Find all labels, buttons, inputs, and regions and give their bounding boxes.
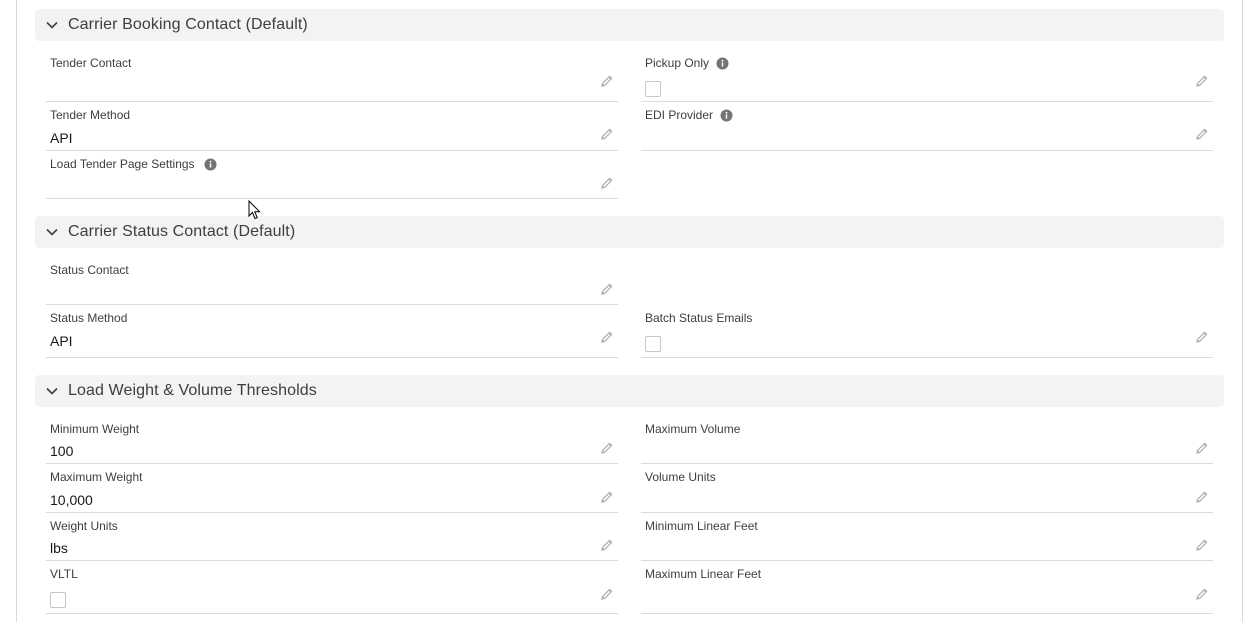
field-label-wrap: Load Tender Page Settings — [50, 157, 217, 171]
field-label: Weight Units — [50, 519, 118, 533]
field-label: Pickup Only — [645, 56, 710, 70]
batch-status-emails-checkbox[interactable] — [645, 336, 661, 352]
field-label: EDI Provider — [645, 108, 714, 122]
pickup-only-checkbox[interactable] — [645, 81, 661, 97]
field-label: Maximum Linear Feet — [645, 567, 762, 581]
field-batch-status-emails: Batch Status Emails — [641, 311, 1213, 358]
field-label: Maximum Weight — [50, 470, 143, 484]
field-label: Tender Method — [50, 108, 131, 122]
field-status-method: Status Method API — [46, 311, 618, 358]
pencil-icon[interactable] — [1195, 441, 1209, 455]
field-status-contact: Status Contact — [46, 263, 618, 305]
pencil-icon[interactable] — [1195, 490, 1209, 504]
field-pickup-only: Pickup Only — [641, 56, 1213, 102]
info-icon[interactable] — [720, 109, 733, 122]
field-weight-units: Weight Units lbs — [46, 519, 618, 561]
pencil-icon[interactable] — [1195, 127, 1209, 141]
field-label: Volume Units — [645, 470, 716, 484]
section-header-load-weight-volume-thresholds[interactable]: Load Weight & Volume Thresholds — [35, 375, 1224, 407]
section-title: Load Weight & Volume Thresholds — [68, 382, 317, 399]
vltl-checkbox[interactable] — [50, 592, 66, 608]
pencil-icon[interactable] — [1195, 330, 1209, 344]
field-value: lbs — [50, 540, 68, 556]
field-maximum-volume: Maximum Volume — [641, 422, 1213, 464]
field-value: API — [50, 130, 73, 146]
field-label: Minimum Linear Feet — [645, 519, 758, 533]
pencil-icon[interactable] — [600, 441, 614, 455]
field-value: 10,000 — [50, 492, 93, 508]
pencil-icon[interactable] — [600, 490, 614, 504]
chevron-down-icon — [45, 225, 59, 239]
field-load-tender-page-settings: Load Tender Page Settings — [46, 157, 618, 199]
section-header-carrier-status-contact[interactable]: Carrier Status Contact (Default) — [35, 216, 1224, 248]
chevron-down-icon — [45, 18, 59, 32]
pencil-icon[interactable] — [1195, 587, 1209, 601]
field-maximum-weight: Maximum Weight 10,000 — [46, 470, 618, 513]
pencil-icon[interactable] — [600, 330, 614, 344]
field-label: Minimum Weight — [50, 422, 140, 436]
section-title: Carrier Status Contact (Default) — [68, 223, 296, 240]
pencil-icon[interactable] — [600, 127, 614, 141]
field-volume-units: Volume Units — [641, 470, 1213, 513]
field-minimum-weight: Minimum Weight 100 — [46, 422, 618, 464]
field-edi-provider: EDI Provider — [641, 108, 1213, 151]
field-minimum-linear-feet: Minimum Linear Feet — [641, 519, 1213, 561]
field-label: Status Contact — [50, 263, 129, 277]
field-vltl: VLTL — [46, 567, 618, 614]
section-title: Carrier Booking Contact (Default) — [68, 16, 308, 33]
field-label: VLTL — [50, 567, 78, 581]
info-icon[interactable] — [716, 57, 729, 70]
field-label-wrap: EDI Provider — [645, 108, 733, 122]
section-header-carrier-booking-contact[interactable]: Carrier Booking Contact (Default) — [35, 9, 1224, 41]
pencil-icon[interactable] — [1195, 74, 1209, 88]
field-tender-contact: Tender Contact — [46, 56, 618, 102]
pencil-icon[interactable] — [600, 538, 614, 552]
field-value: 100 — [50, 443, 74, 459]
pencil-icon[interactable] — [1195, 538, 1209, 552]
field-label-wrap: Pickup Only — [645, 56, 729, 70]
pencil-icon[interactable] — [600, 176, 614, 190]
field-label: Status Method — [50, 311, 128, 325]
field-label: Batch Status Emails — [645, 311, 753, 325]
field-value: API — [50, 333, 73, 349]
field-label: Load Tender Page Settings — [50, 157, 195, 171]
info-icon[interactable] — [204, 158, 217, 171]
field-maximum-linear-feet: Maximum Linear Feet — [641, 567, 1213, 614]
chevron-down-icon — [45, 384, 59, 398]
pencil-icon[interactable] — [600, 587, 614, 601]
field-label: Maximum Volume — [645, 422, 741, 436]
field-label: Tender Contact — [50, 56, 132, 70]
pencil-icon[interactable] — [600, 282, 614, 296]
pencil-icon[interactable] — [600, 74, 614, 88]
field-tender-method: Tender Method API — [46, 108, 618, 151]
